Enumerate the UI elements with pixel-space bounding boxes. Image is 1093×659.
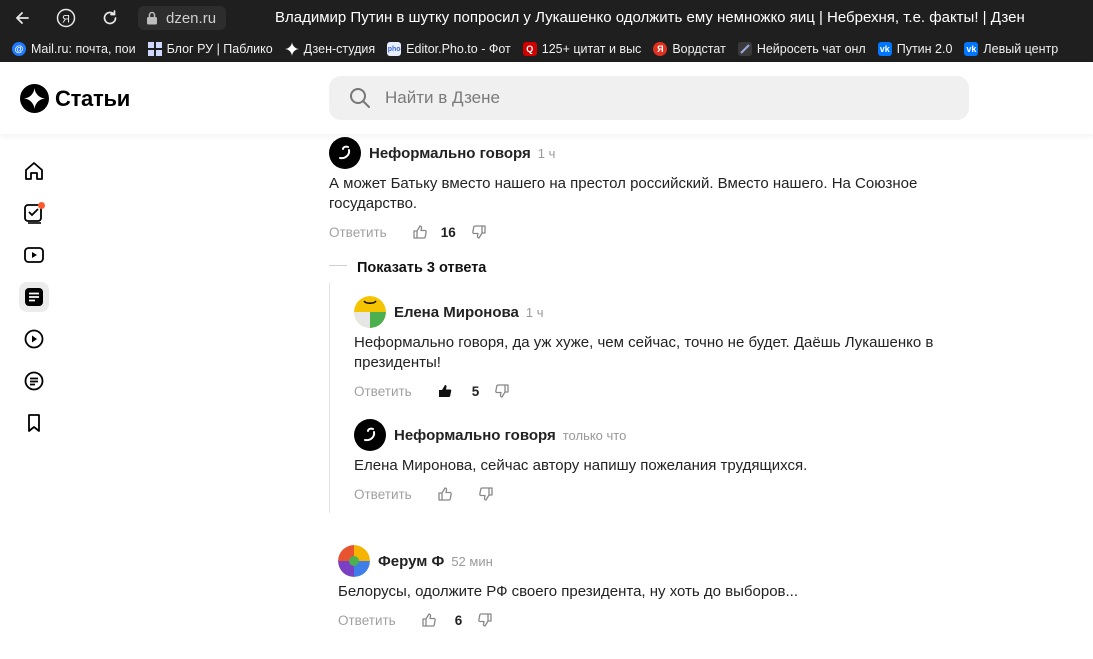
- comment-text: Белорусы, одолжите РФ своего президента,…: [338, 583, 799, 600]
- bookmark-icon[interactable]: [19, 408, 49, 438]
- reply-button[interactable]: Ответить: [329, 225, 387, 240]
- articles-icon[interactable]: [19, 282, 49, 312]
- bookmarks-bar: @ Mail.ru: почта, пои Блог РУ | Паблико …: [0, 36, 1093, 62]
- reply-item: Неформально говоря только что Елена Миро…: [354, 419, 984, 504]
- like-filled-icon[interactable]: [436, 382, 454, 400]
- comment-author[interactable]: Неформально говоря: [394, 427, 556, 444]
- home-icon[interactable]: [19, 156, 49, 186]
- like-count: 16: [440, 224, 456, 240]
- avatar[interactable]: [329, 137, 361, 169]
- dzen-logo[interactable]: Статьи: [20, 84, 130, 113]
- bookmark-mailru[interactable]: @ Mail.ru: почта, пои: [12, 42, 136, 56]
- dislike-icon[interactable]: [470, 223, 488, 241]
- comment-header: Ферум Ф 52 мин: [338, 545, 978, 577]
- bookmark-editor-photo[interactable]: pho Editor.Pho.to - Фот: [387, 42, 511, 56]
- reply-button[interactable]: Ответить: [354, 487, 412, 502]
- reply-button[interactable]: Ответить: [354, 384, 412, 399]
- comment-author[interactable]: Ферум Ф: [378, 553, 444, 570]
- comment-actions: Ответить: [354, 484, 984, 504]
- dislike-icon[interactable]: [493, 382, 511, 400]
- thread-branch-line: [329, 265, 347, 266]
- avatar[interactable]: [354, 296, 386, 328]
- lock-icon: [147, 11, 157, 25]
- comment-time: только что: [562, 427, 627, 443]
- search-placeholder: Найти в Дзене: [385, 88, 500, 107]
- dzen-icon: [284, 42, 299, 56]
- bookmark-putin-2[interactable]: vk Путин 2.0: [877, 42, 952, 56]
- like-icon[interactable]: [420, 611, 438, 629]
- q-icon: Q: [522, 42, 537, 56]
- like-icon[interactable]: [436, 485, 454, 503]
- comment-text: Неформально говоря, да уж хуже, чем сейч…: [354, 334, 934, 371]
- comment-actions: Ответить 16: [329, 222, 969, 242]
- like-count: 5: [471, 383, 480, 399]
- avatar[interactable]: [354, 419, 386, 451]
- subscriptions-icon[interactable]: [19, 198, 49, 228]
- comment-header: Елена Миронова 1 ч: [354, 296, 984, 328]
- search-icon: [350, 88, 370, 108]
- bookmark-wordstat[interactable]: Я Вордстат: [653, 42, 726, 56]
- comment-item: Ферум Ф 52 мин Белорусы, одолжите РФ сво…: [338, 545, 978, 630]
- thread-line: [329, 283, 330, 513]
- bookmark-dzen-studio[interactable]: Дзен-студия: [284, 42, 375, 56]
- dzen-logo-icon: [20, 84, 49, 113]
- avatar[interactable]: [338, 545, 370, 577]
- bookmark-ai-chat[interactable]: Нейросеть чат онл: [737, 42, 866, 56]
- reply-item: Елена Миронова 1 ч Неформально говоря, д…: [354, 296, 984, 401]
- vk-icon: vk: [877, 42, 892, 56]
- svg-text:Я: Я: [62, 14, 70, 26]
- like-count: 6: [454, 612, 463, 628]
- page-title: Владимир Путин в шутку попросил у Лукаше…: [275, 9, 1025, 26]
- logo-label: Статьи: [55, 85, 130, 111]
- show-replies-button[interactable]: Показать 3 ответа: [357, 260, 486, 276]
- comment-text: А может Батьку вместо нашего на престол …: [329, 175, 918, 212]
- browser-toolbar: Я dzen.ru Владимир Путин в шутку попроси…: [0, 0, 1093, 36]
- url-text: dzen.ru: [166, 9, 217, 27]
- comment-author[interactable]: Неформально говоря: [369, 145, 531, 162]
- yandex-icon: Я: [653, 42, 668, 56]
- comment-time: 52 мин: [451, 553, 493, 569]
- mailru-icon: @: [12, 42, 26, 56]
- comment-time: 1 ч: [537, 145, 556, 161]
- dislike-icon[interactable]: [476, 611, 494, 629]
- bookmark-left-center[interactable]: vk Левый центр: [964, 42, 1058, 56]
- video-icon[interactable]: [19, 240, 49, 270]
- comment-header: Неформально говоря 1 ч: [329, 137, 969, 169]
- bookmark-quotes[interactable]: Q 125+ цитат и выс: [522, 42, 641, 56]
- search-input[interactable]: Найти в Дзене: [329, 76, 969, 120]
- back-icon[interactable]: [11, 7, 33, 29]
- bookmark-blog[interactable]: Блог РУ | Паблико: [147, 42, 273, 56]
- comment-actions: Ответить 5: [354, 381, 984, 401]
- site-header: Статьи Найти в Дзене: [0, 62, 1093, 134]
- like-icon[interactable]: [411, 223, 429, 241]
- shorts-icon[interactable]: [19, 324, 49, 354]
- comment-author[interactable]: Елена Миронова: [394, 304, 519, 321]
- channels-icon[interactable]: [19, 366, 49, 396]
- photo-icon: pho: [387, 42, 402, 56]
- comment-actions: Ответить 6: [338, 610, 978, 630]
- ai-icon: [737, 42, 752, 56]
- comment-text: Елена Миронова, сейчас автору напишу пож…: [354, 457, 808, 474]
- yandex-browser-icon[interactable]: Я: [55, 7, 77, 29]
- comment-time: 1 ч: [525, 304, 544, 320]
- comment-header: Неформально говоря только что: [354, 419, 984, 451]
- reply-button[interactable]: Ответить: [338, 613, 396, 628]
- vk-icon: vk: [964, 42, 979, 56]
- reload-icon[interactable]: [99, 7, 121, 29]
- address-bar[interactable]: dzen.ru: [138, 6, 227, 30]
- comment-item: Неформально говоря 1 ч А может Батьку вм…: [329, 137, 969, 242]
- grid-icon: [147, 42, 162, 56]
- dislike-icon[interactable]: [477, 485, 495, 503]
